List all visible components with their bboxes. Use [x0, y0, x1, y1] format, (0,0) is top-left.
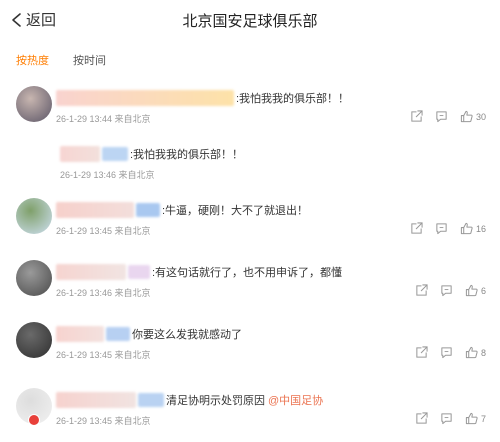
reply-button[interactable] — [440, 346, 453, 359]
like-count: 30 — [475, 111, 486, 122]
comment-text: :有这句话就行了，也不用申诉了，都懂 — [152, 267, 343, 279]
comment-icon — [436, 223, 447, 235]
avatar[interactable] — [16, 198, 52, 234]
comment-icon — [441, 285, 452, 297]
reply-button[interactable] — [440, 412, 453, 425]
comment-icon — [441, 413, 452, 425]
header-bar: 返回 北京国安足球俱乐部 — [0, 0, 500, 40]
user-tag-blurred — [102, 147, 128, 161]
comment-row: 清足协明示处罚原因 @中国足协 26-1-29 13:45 来自北京 7 — [0, 386, 500, 442]
share-button[interactable] — [410, 110, 423, 123]
comment-text: :我怕我我的俱乐部！！ — [236, 93, 350, 105]
username-blurred[interactable] — [56, 326, 104, 342]
share-icon — [411, 222, 423, 234]
like-button[interactable]: 30 — [460, 110, 486, 123]
share-icon — [416, 412, 428, 424]
user-tag-blurred — [138, 393, 164, 407]
verified-badge — [28, 414, 40, 426]
comment-row: :有这句话就行了，也不用申诉了，都懂 26-1-29 13:46 来自北京 6 — [0, 258, 500, 314]
like-count: 6 — [480, 285, 486, 296]
comment-icon — [436, 111, 447, 123]
reply-button[interactable] — [435, 222, 448, 235]
thumbs-up-icon — [460, 222, 473, 235]
share-button[interactable] — [410, 222, 423, 235]
thumbs-up-icon — [465, 412, 478, 425]
comment-line: :牛逼，硬刚！大不了就退出！ — [56, 202, 308, 218]
share-icon — [416, 284, 428, 296]
comment-text: :我怕我我的俱乐部！！ — [130, 149, 244, 161]
like-count: 16 — [475, 223, 486, 234]
comment-text: 清足协明示处罚原因 — [166, 395, 265, 407]
thumbs-up-icon — [465, 284, 478, 297]
mention-link[interactable]: @中国足协 — [268, 392, 323, 408]
like-button[interactable]: 16 — [460, 222, 486, 235]
like-count: 7 — [480, 413, 486, 424]
comment-actions: 6 — [415, 284, 486, 297]
comment-actions: 16 — [410, 222, 486, 235]
username-blurred[interactable] — [56, 264, 126, 280]
share-button[interactable] — [415, 346, 428, 359]
comment-row-reply: :我怕我我的俱乐部！！ 26-1-29 13:46 来自北京 — [0, 140, 500, 196]
username-blurred[interactable] — [60, 146, 100, 162]
like-button[interactable]: 6 — [465, 284, 486, 297]
comment-meta: 26-1-29 13:46 来自北京 — [60, 170, 155, 180]
user-tag-blurred — [136, 203, 160, 217]
comment-row: :牛逼，硬刚！大不了就退出！ 26-1-29 13:45 来自北京 16 — [0, 196, 500, 252]
comment-meta: 26-1-29 13:46 来自北京 — [56, 288, 151, 298]
comment-row: 你要这么发我就感动了 26-1-29 13:45 来自北京 8 — [0, 320, 500, 376]
comment-text: :牛逼，硬刚！大不了就退出！ — [162, 205, 309, 217]
comment-icon — [441, 347, 452, 359]
avatar[interactable] — [16, 86, 52, 122]
share-icon — [411, 110, 423, 122]
comment-actions: 7 — [415, 412, 486, 425]
comment-actions: 8 — [415, 346, 486, 359]
comment-line: 清足协明示处罚原因 @中国足协 — [56, 392, 323, 408]
share-button[interactable] — [415, 412, 428, 425]
comment-meta: 26-1-29 13:45 来自北京 — [56, 416, 151, 426]
username-blurred[interactable] — [56, 90, 234, 106]
thumbs-up-icon — [465, 346, 478, 359]
user-tag-blurred — [106, 327, 130, 341]
comment-text: 你要这么发我就感动了 — [132, 329, 242, 341]
sort-tabs: 按热度 按时间 — [16, 52, 106, 68]
comment-line: :我怕我我的俱乐部！！ — [56, 90, 349, 106]
comment-row: :我怕我我的俱乐部！！ 26-1-29 13:44 来自北京 30 — [0, 84, 500, 140]
like-button[interactable]: 8 — [465, 346, 486, 359]
avatar[interactable] — [16, 322, 52, 358]
tab-by-time[interactable]: 按时间 — [73, 52, 106, 68]
reply-button[interactable] — [435, 110, 448, 123]
comment-meta: 26-1-29 13:45 来自北京 — [56, 350, 151, 360]
comment-line: :我怕我我的俱乐部！！ — [60, 146, 243, 162]
share-icon — [416, 346, 428, 358]
comment-line: :有这句话就行了，也不用申诉了，都懂 — [56, 264, 342, 280]
comment-line: 你要这么发我就感动了 — [56, 326, 242, 342]
username-blurred[interactable] — [56, 202, 134, 218]
like-button[interactable]: 7 — [465, 412, 486, 425]
comment-meta: 26-1-29 13:44 来自北京 — [56, 114, 151, 124]
username-blurred[interactable] — [56, 392, 136, 408]
comment-actions: 30 — [410, 110, 486, 123]
like-count: 8 — [480, 347, 486, 358]
tab-by-hot[interactable]: 按热度 — [16, 52, 49, 68]
thumbs-up-icon — [460, 110, 473, 123]
avatar[interactable] — [16, 260, 52, 296]
share-button[interactable] — [415, 284, 428, 297]
user-tag-blurred — [128, 265, 150, 279]
reply-button[interactable] — [440, 284, 453, 297]
comment-meta: 26-1-29 13:45 来自北京 — [56, 226, 151, 236]
page-title: 北京国安足球俱乐部 — [182, 13, 318, 30]
